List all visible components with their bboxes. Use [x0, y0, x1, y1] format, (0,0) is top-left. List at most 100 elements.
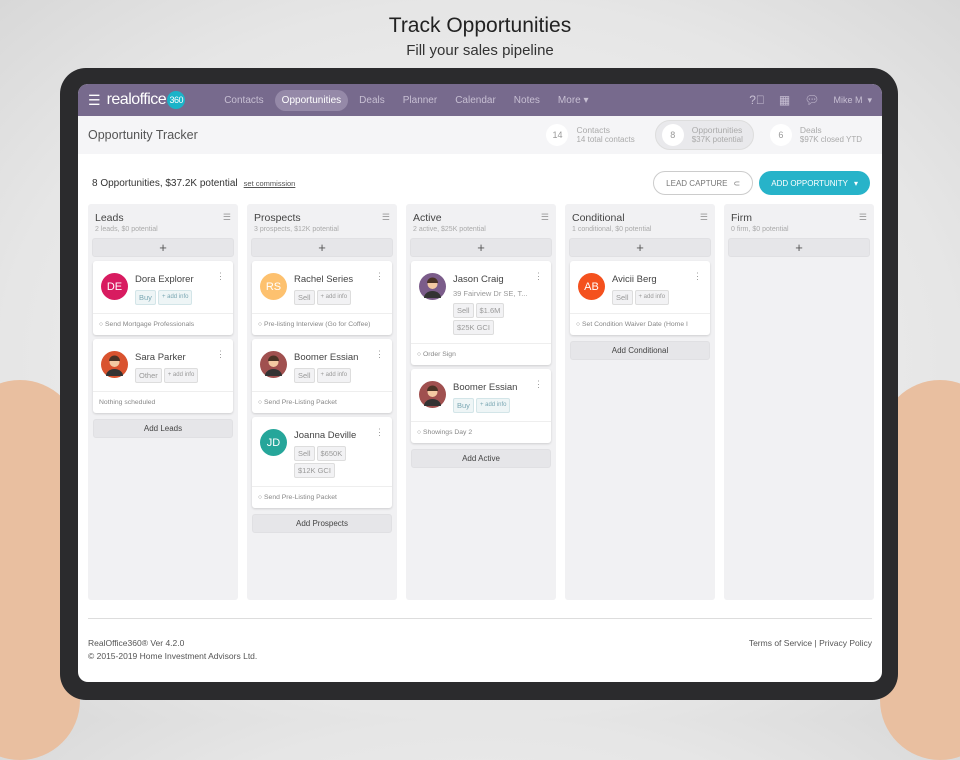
more-options-icon[interactable]: ⋮ [216, 271, 225, 282]
add-card-button[interactable]: + [251, 238, 393, 257]
next-task[interactable]: ○ Send Mortgage Professionals [93, 313, 233, 335]
add-info-button[interactable]: + add info [634, 290, 670, 305]
tags: Sell + add info [294, 368, 358, 383]
card-body: JD Joanna Deville Sell $650K $12K GCI [252, 417, 392, 486]
contact-name[interactable]: Boomer Essian [453, 382, 517, 393]
stat-count: 8 [661, 124, 684, 146]
column-title: Prospects [254, 212, 301, 224]
list-view-icon[interactable]: ☰ [859, 212, 867, 224]
opportunity-card[interactable]: AB Avicii Berg Sell + add info ⋮ ○ Set Condit… [570, 261, 710, 335]
tag: Buy [453, 398, 474, 413]
contact-name[interactable]: Avicii Berg [612, 274, 669, 285]
add-info-button[interactable]: + add info [157, 290, 193, 305]
toolbar: 8 Opportunities, $37.2K potential set co… [78, 170, 882, 196]
list-view-icon[interactable]: ☰ [541, 212, 549, 224]
next-task[interactable]: ○ Send Pre-Listing Packet [252, 391, 392, 413]
opportunity-card[interactable]: Sara Parker Other + add info ⋮ Nothing sched… [93, 339, 233, 413]
next-task[interactable]: Nothing scheduled [93, 391, 233, 413]
tag: Sell [294, 368, 315, 383]
terms-link[interactable]: Terms of Service [749, 638, 812, 648]
add-card-button[interactable]: + [569, 238, 711, 257]
opportunity-card[interactable]: DE Dora Explorer Buy + add info ⋮ ○ Send Mort… [93, 261, 233, 335]
add-conditional-button[interactable]: Add Conditional [570, 341, 710, 360]
more-options-icon[interactable]: ⋮ [375, 427, 384, 438]
contact-name[interactable]: Dora Explorer [135, 274, 194, 285]
task-text: Order Sign [423, 351, 456, 358]
nav-item-notes[interactable]: Notes [507, 90, 547, 111]
more-options-icon[interactable]: ⋮ [375, 271, 384, 282]
add-card-button[interactable]: + [92, 238, 234, 257]
more-options-icon[interactable]: ⋮ [693, 271, 702, 282]
stat-opportunities[interactable]: 8 Opportunities $37K potential [654, 120, 754, 150]
menu-icon[interactable]: ☰ [88, 92, 101, 109]
list-view-icon[interactable]: ☰ [223, 212, 231, 224]
next-task[interactable]: ○ Set Condition Waiver Date (Home I [570, 313, 710, 335]
opportunity-card[interactable]: Jason Craig 39 Fairview Dr SE, T... Sell $1… [411, 261, 551, 365]
task-text: Send Mortgage Professionals [105, 321, 195, 328]
add-opportunity-button[interactable]: ADD OPPORTUNITY ▾ [759, 171, 870, 195]
stat-contacts[interactable]: 14 Contacts 14 total contacts [540, 121, 644, 149]
tags: Buy + add info [453, 398, 517, 413]
opportunity-card[interactable]: JD Joanna Deville Sell $650K $12K GCI ⋮ ○ Send… [252, 417, 392, 508]
privacy-link[interactable]: Privacy Policy [819, 638, 872, 648]
add-leads-button[interactable]: Add Leads [93, 419, 233, 438]
contact-name[interactable]: Sara Parker [135, 352, 198, 363]
nav-item-calendar[interactable]: Calendar [448, 90, 503, 111]
nav-item-contacts[interactable]: Contacts [217, 90, 270, 111]
column-active: Active ☰ 2 active, $25K potential + Jason Cr… [406, 204, 556, 600]
opportunity-card[interactable]: RS Rachel Series Sell + add info ⋮ ○ Pre-list… [252, 261, 392, 335]
user-menu[interactable]: Mike M ▾ [833, 95, 872, 106]
avatar: DE [101, 273, 128, 300]
add-info-button[interactable]: + add info [475, 398, 511, 413]
more-options-icon[interactable]: ⋮ [216, 349, 225, 360]
column-header: Prospects ☰ [251, 212, 393, 224]
avatar: RS [260, 273, 287, 300]
list-view-icon[interactable]: ☰ [382, 212, 390, 224]
nav-item-deals[interactable]: Deals [352, 90, 392, 111]
avatar-photo [260, 351, 287, 378]
add-info-button[interactable]: + add info [316, 290, 352, 305]
column-summary: 2 active, $25K potential [413, 226, 486, 233]
more-options-icon[interactable]: ⋮ [375, 349, 384, 360]
contact-name[interactable]: Boomer Essian [294, 352, 358, 363]
next-task[interactable]: ○ Showings Day 2 [411, 421, 551, 443]
nav-item-more[interactable]: More ▾ [551, 90, 596, 111]
nav-item-planner[interactable]: Planner [396, 90, 444, 111]
next-task[interactable]: ○ Order Sign [411, 343, 551, 365]
version: RealOffice360® Ver 4.2.0 [88, 638, 185, 648]
next-task[interactable]: ○ Pre-listing Interview (Go for Coffee) [252, 313, 392, 335]
nav-item-opportunities[interactable]: Opportunities [274, 89, 349, 111]
stat-deals[interactable]: 6 Deals $97K closed YTD [764, 121, 872, 149]
opportunity-card[interactable]: Boomer Essian Buy + add info ⋮ ○ Showings Da… [411, 369, 551, 443]
calendar-icon[interactable]: ▦ [779, 93, 790, 107]
task-text: Set Condition Waiver Date (Home I [582, 321, 688, 328]
tag: Sell [612, 290, 633, 305]
add-active-button[interactable]: Add Active [411, 449, 551, 468]
contact-name[interactable]: Rachel Series [294, 274, 353, 285]
logo[interactable]: realoffice 360 [107, 91, 186, 109]
list-view-icon[interactable]: ☰ [700, 212, 708, 224]
card-body: DE Dora Explorer Buy + add info [93, 261, 233, 313]
chat-icon[interactable]: 💬︎ [804, 93, 819, 107]
add-card-button[interactable]: + [728, 238, 870, 257]
contact-name[interactable]: Jason Craig [453, 274, 543, 285]
lead-capture-button[interactable]: LEAD CAPTURE ⊂ [653, 171, 754, 195]
more-options-icon[interactable]: ⋮ [534, 271, 543, 282]
help-icon[interactable]: ?⃝ [749, 93, 765, 107]
lead-capture-label: LEAD CAPTURE [666, 178, 728, 188]
set-commission-link[interactable]: set commission [244, 179, 296, 188]
column-leads: Leads ☰ 2 leads, $0 potential + DE Dora Explo… [88, 204, 238, 600]
stat-label: Opportunities [691, 125, 743, 136]
column-header: Conditional ☰ [569, 212, 711, 224]
column-title: Firm [731, 212, 752, 224]
add-info-button[interactable]: + add info [316, 368, 352, 383]
contact-name[interactable]: Joanna Deville [294, 430, 384, 441]
more-options-icon[interactable]: ⋮ [534, 379, 543, 390]
add-info-button[interactable]: + add info [163, 368, 199, 383]
tag: Other [135, 368, 162, 383]
add-prospects-button[interactable]: Add Prospects [252, 514, 392, 533]
add-card-button[interactable]: + [410, 238, 552, 257]
next-task[interactable]: ○ Send Pre-Listing Packet [252, 486, 392, 508]
opportunity-card[interactable]: Boomer Essian Sell + add info ⋮ ○ Send Pre-L… [252, 339, 392, 413]
column-header: Leads ☰ [92, 212, 234, 224]
